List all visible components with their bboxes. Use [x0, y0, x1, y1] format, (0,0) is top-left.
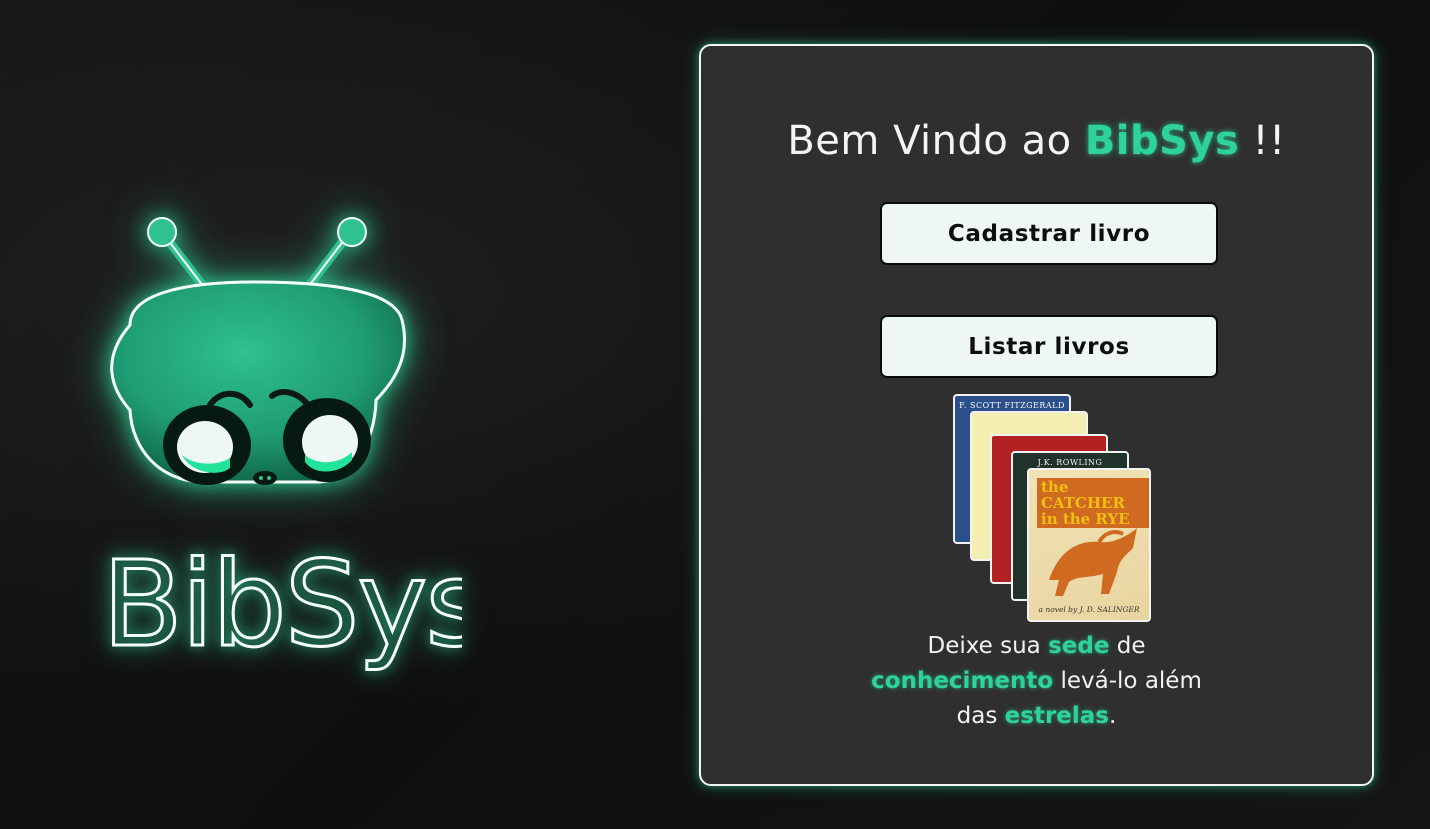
listar-livros-label: Listar livros — [968, 333, 1130, 360]
cadastrar-livro-button[interactable]: Cadastrar livro — [880, 202, 1218, 265]
tagline-highlight-estrelas: estrelas — [1004, 703, 1109, 729]
tagline-highlight-sede: sede — [1048, 633, 1110, 659]
hero-branding: BibSys — [60, 190, 490, 700]
title-brand: BibSys — [1084, 118, 1240, 164]
svg-text:BibSys: BibSys — [102, 535, 462, 673]
horse-illustration-icon — [1049, 528, 1137, 596]
book-cover-catcher: the CATCHER in the RYE a novel by J. D. … — [1027, 468, 1151, 622]
tagline-highlight-conhecimento: conhecimento — [871, 668, 1054, 694]
book-author-rowling: J.K. ROWLING — [1037, 458, 1103, 467]
alien-mascot-icon — [110, 217, 406, 485]
bibsys-logo: BibSys — [102, 534, 462, 675]
cadastrar-livro-label: Cadastrar livro — [947, 220, 1151, 247]
title-prefix: Bem Vindo ao — [787, 118, 1085, 164]
page: BibSys Bem Vindo ao BibSys !! Cadastrar … — [0, 0, 1430, 829]
page-title: Bem Vindo ao BibSys !! — [701, 118, 1372, 164]
title-suffix: !! — [1239, 118, 1286, 164]
listar-livros-button[interactable]: Listar livros — [880, 315, 1218, 378]
book-byline-salinger: a novel by J. D. SALINGER — [1038, 605, 1140, 614]
welcome-card: Bem Vindo ao BibSys !! Cadastrar livro L… — [699, 44, 1374, 786]
book-stack-image: F. SCOTT FITZGERALD J.K. ROWLING the CAT… — [953, 394, 1153, 624]
book-author-fitzgerald: F. SCOTT FITZGERALD — [959, 401, 1065, 410]
tagline: Deixe sua sede de conhecimento levá-lo a… — [871, 633, 1202, 729]
